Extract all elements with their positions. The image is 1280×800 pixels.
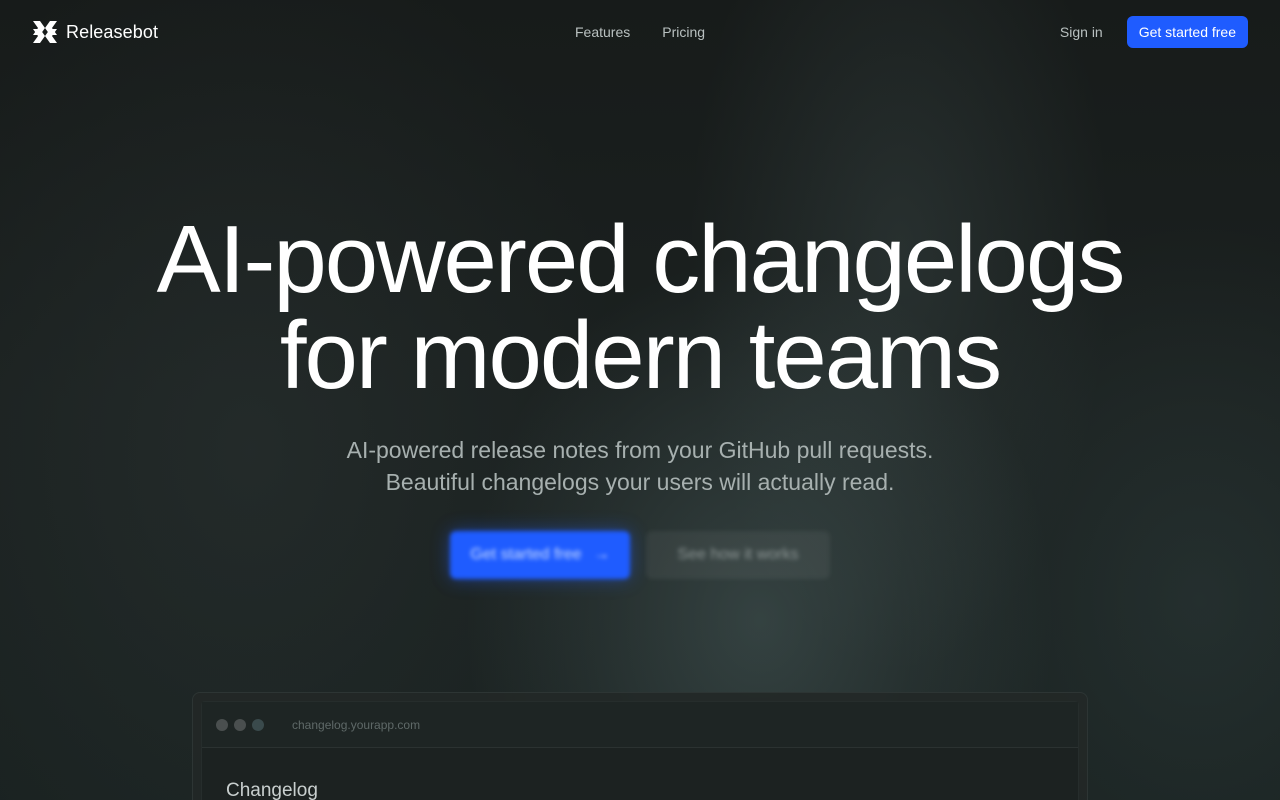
hero-headline-line-2: for modern teams	[279, 302, 1002, 409]
brand[interactable]: Releasebot	[32, 19, 158, 45]
hero: AI-powered changelogs for modern teams A…	[0, 212, 1280, 498]
nav-links: Features Pricing	[575, 24, 705, 40]
window-dot-minimize	[234, 718, 246, 731]
hero-sub-line-2: Beautiful changelogs your users will act…	[385, 469, 895, 495]
get-started-hero-button[interactable]: Get started free →	[450, 531, 630, 579]
window-dot-maximize	[252, 718, 264, 731]
window-dot-close	[216, 718, 228, 731]
preview-url: changelog.yourapp.com	[292, 717, 421, 732]
nav-actions: Sign in Get started free	[1060, 16, 1248, 48]
hero-headline: AI-powered changelogs for modern teams	[0, 212, 1280, 404]
hero-subheadline: AI-powered release notes from your GitHu…	[0, 434, 1280, 498]
nav-link-features[interactable]: Features	[575, 24, 630, 40]
see-how-it-works-button[interactable]: See how it works	[646, 531, 830, 579]
hero-headline-line-1: AI-powered changelogs	[156, 206, 1126, 313]
see-how-it-works-label: See how it works	[677, 546, 799, 563]
brand-name: Releasebot	[66, 21, 159, 42]
changelog-preview-window: changelog.yourapp.com Changelog	[192, 692, 1088, 800]
changelog-title: Changelog	[226, 780, 318, 800]
nav-link-pricing[interactable]: Pricing	[662, 24, 705, 40]
top-nav: Releasebot Features Pricing Sign in Get …	[0, 0, 1280, 64]
hero-sub-line-1: AI-powered release notes from your GitHu…	[346, 437, 934, 463]
arrow-right-icon: →	[593, 546, 610, 563]
hero-cta-row: Get started free → See how it works	[0, 531, 1280, 579]
changelog-preview-frame: changelog.yourapp.com Changelog	[201, 701, 1079, 800]
get-started-hero-label: Get started free	[470, 546, 582, 563]
releasebot-logo-icon	[32, 19, 58, 45]
browser-bar: changelog.yourapp.com	[202, 702, 1078, 748]
get-started-nav-button[interactable]: Get started free	[1126, 16, 1248, 48]
sign-in-link[interactable]: Sign in	[1060, 24, 1103, 40]
